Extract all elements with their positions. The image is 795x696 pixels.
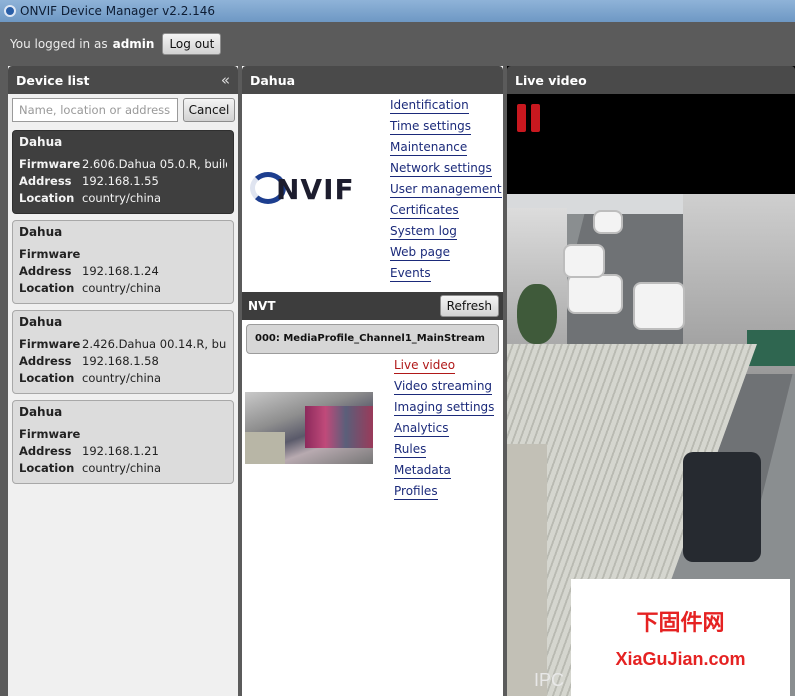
- video-osd-label: IPC: [534, 670, 565, 690]
- address-label: Address: [19, 174, 72, 188]
- location-label: Location: [19, 281, 75, 295]
- location-label: Location: [19, 191, 75, 205]
- video-car: [563, 244, 605, 278]
- device-name: Dahua: [19, 405, 63, 419]
- live-video-header: Live video: [507, 66, 795, 94]
- link-rules[interactable]: Rules: [394, 442, 494, 463]
- onvif-logo-text: NVIF: [276, 173, 355, 206]
- location-value: country/china: [82, 191, 161, 205]
- video-thumbnail[interactable]: [245, 392, 373, 464]
- firmware-label: Firmware: [19, 427, 81, 441]
- device-list-header: Device list «: [8, 66, 238, 94]
- video-tree: [517, 284, 557, 344]
- nvt-title: NVT: [248, 299, 276, 313]
- device-card[interactable]: Dahua Firmware 2.426.Dahua 00.14.R, buil …: [12, 310, 234, 394]
- link-certificates[interactable]: Certificates: [390, 203, 502, 224]
- link-analytics[interactable]: Analytics: [394, 421, 494, 442]
- link-live-video[interactable]: Live video: [394, 358, 494, 379]
- firmware-label: Firmware: [19, 247, 81, 261]
- search-row: Cancel: [12, 98, 235, 122]
- address-value: 192.168.1.21: [82, 444, 159, 458]
- device-card[interactable]: Dahua Firmware Address 192.168.1.21 Locat…: [12, 400, 234, 484]
- video-car: [567, 274, 623, 314]
- video-car: [633, 282, 685, 330]
- device-name: Dahua: [19, 225, 63, 239]
- link-time-settings[interactable]: Time settings: [390, 119, 502, 140]
- watermark: 下固件网 XiaGuJian.com: [571, 579, 790, 696]
- video-wall: [507, 444, 547, 696]
- address-label: Address: [19, 444, 72, 458]
- link-video-streaming[interactable]: Video streaming: [394, 379, 494, 400]
- thumbnail-roof: [245, 432, 285, 464]
- device-panel-header: Dahua: [242, 66, 503, 94]
- address-label: Address: [19, 354, 72, 368]
- video-car: [593, 210, 623, 234]
- collapse-icon[interactable]: «: [221, 71, 230, 89]
- device-list: Dahua Firmware 2.606.Dahua 05.0.R, build …: [12, 130, 234, 490]
- link-user-management[interactable]: User management: [390, 182, 502, 203]
- device-settings-links: Identification Time settings Maintenance…: [390, 98, 502, 287]
- location-value: country/china: [82, 371, 161, 385]
- link-profiles[interactable]: Profiles: [394, 484, 494, 505]
- link-imaging-settings[interactable]: Imaging settings: [394, 400, 495, 421]
- device-list-title: Device list: [16, 73, 90, 88]
- firmware-value: 2.606.Dahua 05.0.R, build: [82, 157, 227, 171]
- device-panel: Dahua NVIF Identification Time settings …: [242, 66, 503, 696]
- address-value: 192.168.1.58: [82, 354, 159, 368]
- location-value: country/china: [82, 461, 161, 475]
- video-dark-car: [683, 452, 761, 562]
- profile-links: Live video Video streaming Imaging setti…: [394, 358, 495, 505]
- device-card[interactable]: Dahua Firmware Address 192.168.1.24 Locat…: [12, 220, 234, 304]
- device-name: Dahua: [19, 135, 63, 149]
- logout-button[interactable]: Log out: [162, 33, 222, 55]
- watermark-line2: XiaGuJian.com: [615, 649, 746, 669]
- link-events[interactable]: Events: [390, 266, 502, 287]
- address-value: 192.168.1.55: [82, 174, 159, 188]
- link-identification[interactable]: Identification: [390, 98, 502, 119]
- logged-in-text: You logged in as: [10, 37, 108, 51]
- location-label: Location: [19, 371, 75, 385]
- title-bar: ONVIF Device Manager v2.2.146: [0, 0, 795, 22]
- link-metadata[interactable]: Metadata: [394, 463, 494, 484]
- address-label: Address: [19, 264, 72, 278]
- thumbnail-storefronts: [305, 406, 373, 448]
- nvt-header: NVT Refresh: [242, 292, 503, 320]
- pause-icon[interactable]: [517, 104, 543, 132]
- cancel-button[interactable]: Cancel: [183, 98, 235, 122]
- link-network-settings[interactable]: Network settings: [390, 161, 502, 182]
- search-input[interactable]: [12, 98, 178, 122]
- device-card[interactable]: Dahua Firmware 2.606.Dahua 05.0.R, build …: [12, 130, 234, 214]
- device-list-panel: Device list « Cancel Dahua Firmware2.606…: [8, 66, 238, 696]
- app-icon: [4, 5, 16, 17]
- location-label: Location: [19, 461, 75, 475]
- firmware-label: Firmware: [19, 157, 81, 171]
- media-profile-selector[interactable]: 000: MediaProfile_Channel1_MainStream: [246, 324, 499, 354]
- address-value: 192.168.1.24: [82, 264, 159, 278]
- firmware-label: Firmware: [19, 337, 81, 351]
- refresh-button[interactable]: Refresh: [439, 295, 499, 317]
- user-name: admin: [112, 37, 155, 51]
- link-system-log[interactable]: System log: [390, 224, 502, 245]
- firmware-value: 2.426.Dahua 00.14.R, buil: [82, 337, 227, 351]
- session-bar: You logged in as admin Log out: [0, 22, 795, 66]
- link-maintenance[interactable]: Maintenance: [390, 140, 502, 161]
- window-title: ONVIF Device Manager v2.2.146: [20, 4, 216, 18]
- watermark-line1: 下固件网: [636, 611, 725, 636]
- device-name: Dahua: [19, 315, 63, 329]
- location-value: country/china: [82, 281, 161, 295]
- onvif-logo: NVIF: [250, 170, 368, 208]
- link-web-page[interactable]: Web page: [390, 245, 502, 266]
